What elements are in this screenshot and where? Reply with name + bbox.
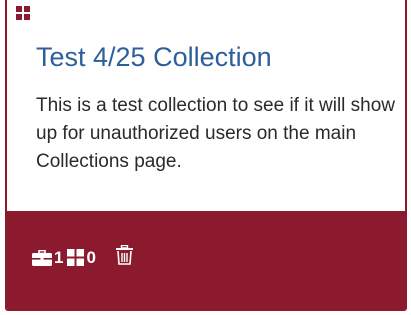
briefcase-icon (32, 249, 52, 266)
collection-card[interactable]: Test 4/25 Collection This is a test coll… (5, 0, 407, 311)
delete-button[interactable] (115, 244, 133, 270)
collection-title[interactable]: Test 4/25 Collection (36, 40, 272, 74)
items-count: 1 (54, 247, 64, 267)
card-footer: 1 0 (7, 211, 405, 309)
items-stat: 1 (32, 248, 63, 268)
collections-count: 0 (86, 247, 96, 267)
trash-icon (115, 244, 133, 265)
grid-icon (67, 249, 85, 266)
collections-stat: 0 (67, 247, 96, 268)
grid-icon (16, 6, 30, 20)
card-stats: 1 0 (32, 244, 133, 270)
collection-description: This is a test collection to see if it w… (36, 95, 396, 172)
